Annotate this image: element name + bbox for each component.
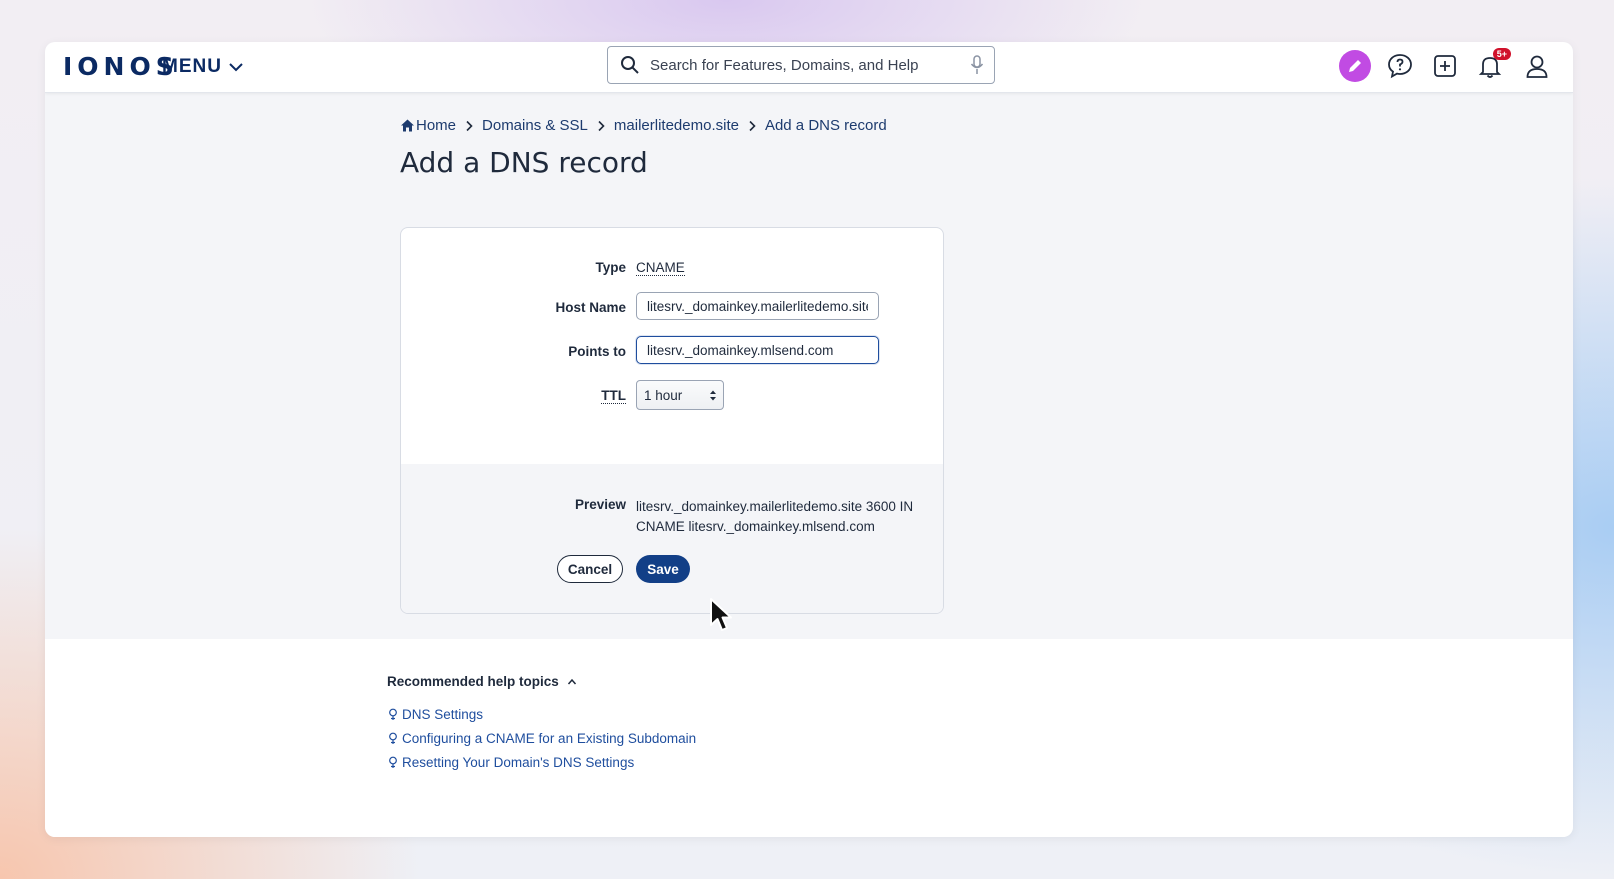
account-button[interactable] — [1521, 50, 1553, 82]
question-bubble-icon — [1388, 54, 1412, 79]
pen-assistant-button[interactable] — [1339, 50, 1371, 82]
browser-window: IONOS MENU 5+ Home Domains & — [45, 42, 1573, 837]
search-icon — [621, 56, 639, 74]
points-to-input[interactable] — [636, 336, 879, 364]
select-arrows-icon — [710, 390, 716, 401]
search-input[interactable] — [648, 55, 970, 75]
top-navigation-bar: IONOS MENU 5+ — [45, 42, 1573, 93]
type-value: CNAME — [636, 260, 685, 276]
chevron-down-icon — [229, 63, 243, 72]
dns-record-form-card: Type CNAME Host Name Points to TTL 1 hou… — [400, 227, 944, 614]
save-button[interactable]: Save — [636, 555, 690, 583]
lightbulb-icon — [389, 708, 397, 720]
add-new-button[interactable] — [1429, 50, 1461, 82]
help-chat-button[interactable] — [1384, 50, 1416, 82]
preview-section — [401, 464, 943, 613]
microphone-icon[interactable] — [970, 55, 984, 75]
breadcrumb-domain[interactable]: mailerlitedemo.site — [614, 117, 739, 134]
ttl-selected-value: 1 hour — [644, 387, 683, 403]
help-link-label: DNS Settings — [402, 707, 484, 722]
notifications-button[interactable]: 5+ — [1474, 48, 1511, 82]
points-to-label: Points to — [568, 344, 626, 359]
user-icon — [1526, 55, 1548, 78]
lightbulb-icon — [389, 732, 397, 744]
breadcrumb-domains-ssl[interactable]: Domains & SSL — [482, 117, 588, 134]
ttl-label[interactable]: TTL — [601, 388, 626, 404]
breadcrumb-current: Add a DNS record — [764, 117, 887, 134]
search-bar[interactable] — [607, 46, 995, 84]
cancel-button[interactable]: Cancel — [557, 555, 623, 583]
home-icon[interactable] — [400, 118, 415, 133]
breadcrumb: Home Domains & SSL mailerlitedemo.site A… — [400, 117, 887, 134]
chevron-up-icon — [567, 678, 576, 684]
help-link-cname-subdomain[interactable]: Configuring a CNAME for an Existing Subd… — [388, 731, 696, 746]
ttl-label-wrap: TTL — [401, 388, 626, 404]
mouse-cursor-icon — [710, 598, 732, 631]
plus-square-icon — [1434, 55, 1456, 77]
menu-label: MENU — [162, 56, 222, 77]
host-name-label: Host Name — [555, 300, 626, 315]
lightbulb-icon — [389, 756, 397, 768]
help-link-reset-dns[interactable]: Resetting Your Domain's DNS Settings — [388, 755, 634, 770]
menu-button[interactable]: MENU — [162, 56, 244, 78]
preview-value: litesrv._domainkey.mailerlitedemo.site 3… — [636, 499, 914, 534]
type-label: Type — [595, 260, 626, 275]
chevron-right-icon — [598, 120, 605, 131]
host-name-input[interactable] — [636, 292, 879, 320]
notification-badge: 5+ — [1492, 48, 1511, 60]
help-link-label: Resetting Your Domain's DNS Settings — [402, 755, 635, 770]
ttl-select[interactable]: 1 hour — [636, 380, 724, 410]
chevron-right-icon — [749, 120, 756, 131]
help-link-dns-settings[interactable]: DNS Settings — [388, 707, 483, 722]
help-topics-title: Recommended help topics — [387, 674, 559, 689]
breadcrumb-home[interactable]: Home — [416, 117, 456, 134]
chevron-right-icon — [466, 120, 473, 131]
help-link-label: Configuring a CNAME for an Existing Subd… — [402, 731, 697, 746]
help-topics-section: Recommended help topics DNS Settings Con… — [45, 639, 1573, 837]
pen-icon — [1349, 60, 1361, 72]
preview-label: Preview — [574, 497, 626, 512]
page-title: Add a DNS record — [400, 146, 648, 179]
help-topics-toggle[interactable]: Recommended help topics — [387, 674, 577, 689]
